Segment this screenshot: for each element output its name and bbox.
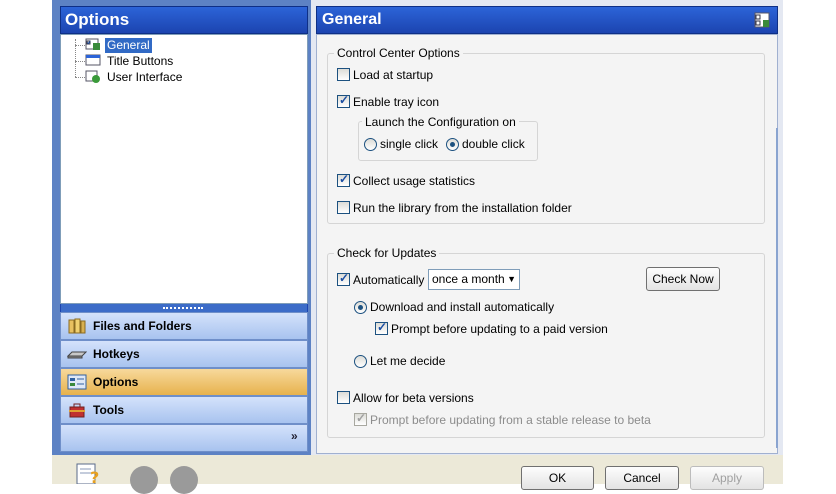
tree-item-title-buttons[interactable]: Title Buttons: [105, 54, 175, 69]
prompt-paid-label: Prompt before updating to a paid version: [391, 322, 608, 336]
update-frequency-select[interactable]: once a month ▼: [428, 269, 520, 290]
svg-text:?: ?: [90, 468, 99, 484]
tools-icon: [69, 403, 85, 418]
update-frequency-value: once a month: [432, 272, 505, 286]
nav-files-and-folders[interactable]: Files and Folders: [60, 312, 308, 340]
launch-configuration-legend: Launch the Configuration on: [362, 115, 519, 129]
title-buttons-icon: [85, 54, 101, 66]
nav-options[interactable]: Options: [60, 368, 308, 396]
nav-label: Tools: [93, 403, 125, 417]
scrollbar[interactable]: [776, 128, 778, 448]
load-at-startup-checkbox[interactable]: [337, 68, 350, 81]
ok-button[interactable]: OK: [521, 466, 594, 490]
back-icon[interactable]: [130, 466, 158, 494]
allow-beta-checkbox[interactable]: [337, 391, 350, 404]
check-now-button[interactable]: Check Now: [646, 267, 720, 291]
collect-usage-label: Collect usage statistics: [353, 174, 476, 188]
cancel-button[interactable]: Cancel: [605, 466, 679, 490]
automatically-checkbox[interactable]: [337, 271, 350, 286]
enable-tray-icon-label: Enable tray icon: [353, 95, 440, 109]
collect-usage-checkbox[interactable]: [337, 172, 350, 187]
tree-connector: [75, 77, 85, 78]
options-tree: General Title Buttons User Interface: [60, 34, 308, 304]
tree-connector: [75, 61, 85, 62]
let-me-decide-label: Let me decide: [370, 354, 446, 368]
keyboard-icon: [67, 351, 87, 359]
tree-connector: [75, 45, 85, 46]
chevron-down-icon[interactable]: »: [291, 430, 298, 442]
run-library-checkbox[interactable]: [337, 201, 350, 214]
nav-label: Files and Folders: [93, 319, 192, 333]
settings-icon[interactable]: [754, 12, 770, 28]
forward-icon[interactable]: [170, 466, 198, 494]
automatically-label: Automatically: [353, 273, 425, 287]
check-updates-legend: Check for Updates: [334, 246, 440, 260]
allow-beta-label: Allow for beta versions: [353, 391, 474, 405]
prompt-beta-checkbox[interactable]: [354, 411, 367, 426]
enable-tray-icon-checkbox[interactable]: [337, 93, 350, 108]
single-click-radio[interactable]: [364, 138, 377, 151]
options-panel-title: Options: [60, 6, 308, 34]
general-panel-title: General: [316, 6, 778, 34]
apply-button[interactable]: Apply: [690, 466, 764, 490]
download-install-label: Download and install automatically: [370, 300, 555, 314]
prompt-paid-checkbox[interactable]: [375, 320, 388, 335]
nav-tools[interactable]: Tools: [60, 396, 308, 424]
single-click-label: single click: [380, 137, 439, 151]
nav-label: Hotkeys: [93, 347, 140, 361]
load-at-startup-label: Load at startup: [353, 68, 434, 82]
tree-item-general[interactable]: General: [105, 38, 152, 53]
options-icon: [67, 374, 87, 390]
splitter-grip: [163, 307, 203, 309]
run-library-label: Run the library from the installation fo…: [353, 201, 572, 215]
tree-item-user-interface[interactable]: User Interface: [105, 70, 184, 85]
help-icon[interactable]: ?: [75, 462, 105, 484]
user-interface-icon: [85, 70, 100, 83]
dropdown-arrow-icon: ▼: [507, 274, 516, 284]
nav-label: Options: [93, 375, 139, 389]
nav-hotkeys[interactable]: Hotkeys: [60, 340, 308, 368]
double-click-label: double click: [462, 137, 525, 151]
prompt-beta-label: Prompt before updating from a stable rel…: [370, 413, 651, 427]
download-install-radio[interactable]: [354, 301, 367, 314]
folder-icon: [68, 318, 86, 334]
control-center-legend: Control Center Options: [334, 46, 463, 60]
general-settings-icon: [85, 38, 100, 50]
let-me-decide-radio[interactable]: [354, 355, 367, 368]
nav-footer: [60, 424, 308, 452]
double-click-radio[interactable]: [446, 138, 459, 151]
